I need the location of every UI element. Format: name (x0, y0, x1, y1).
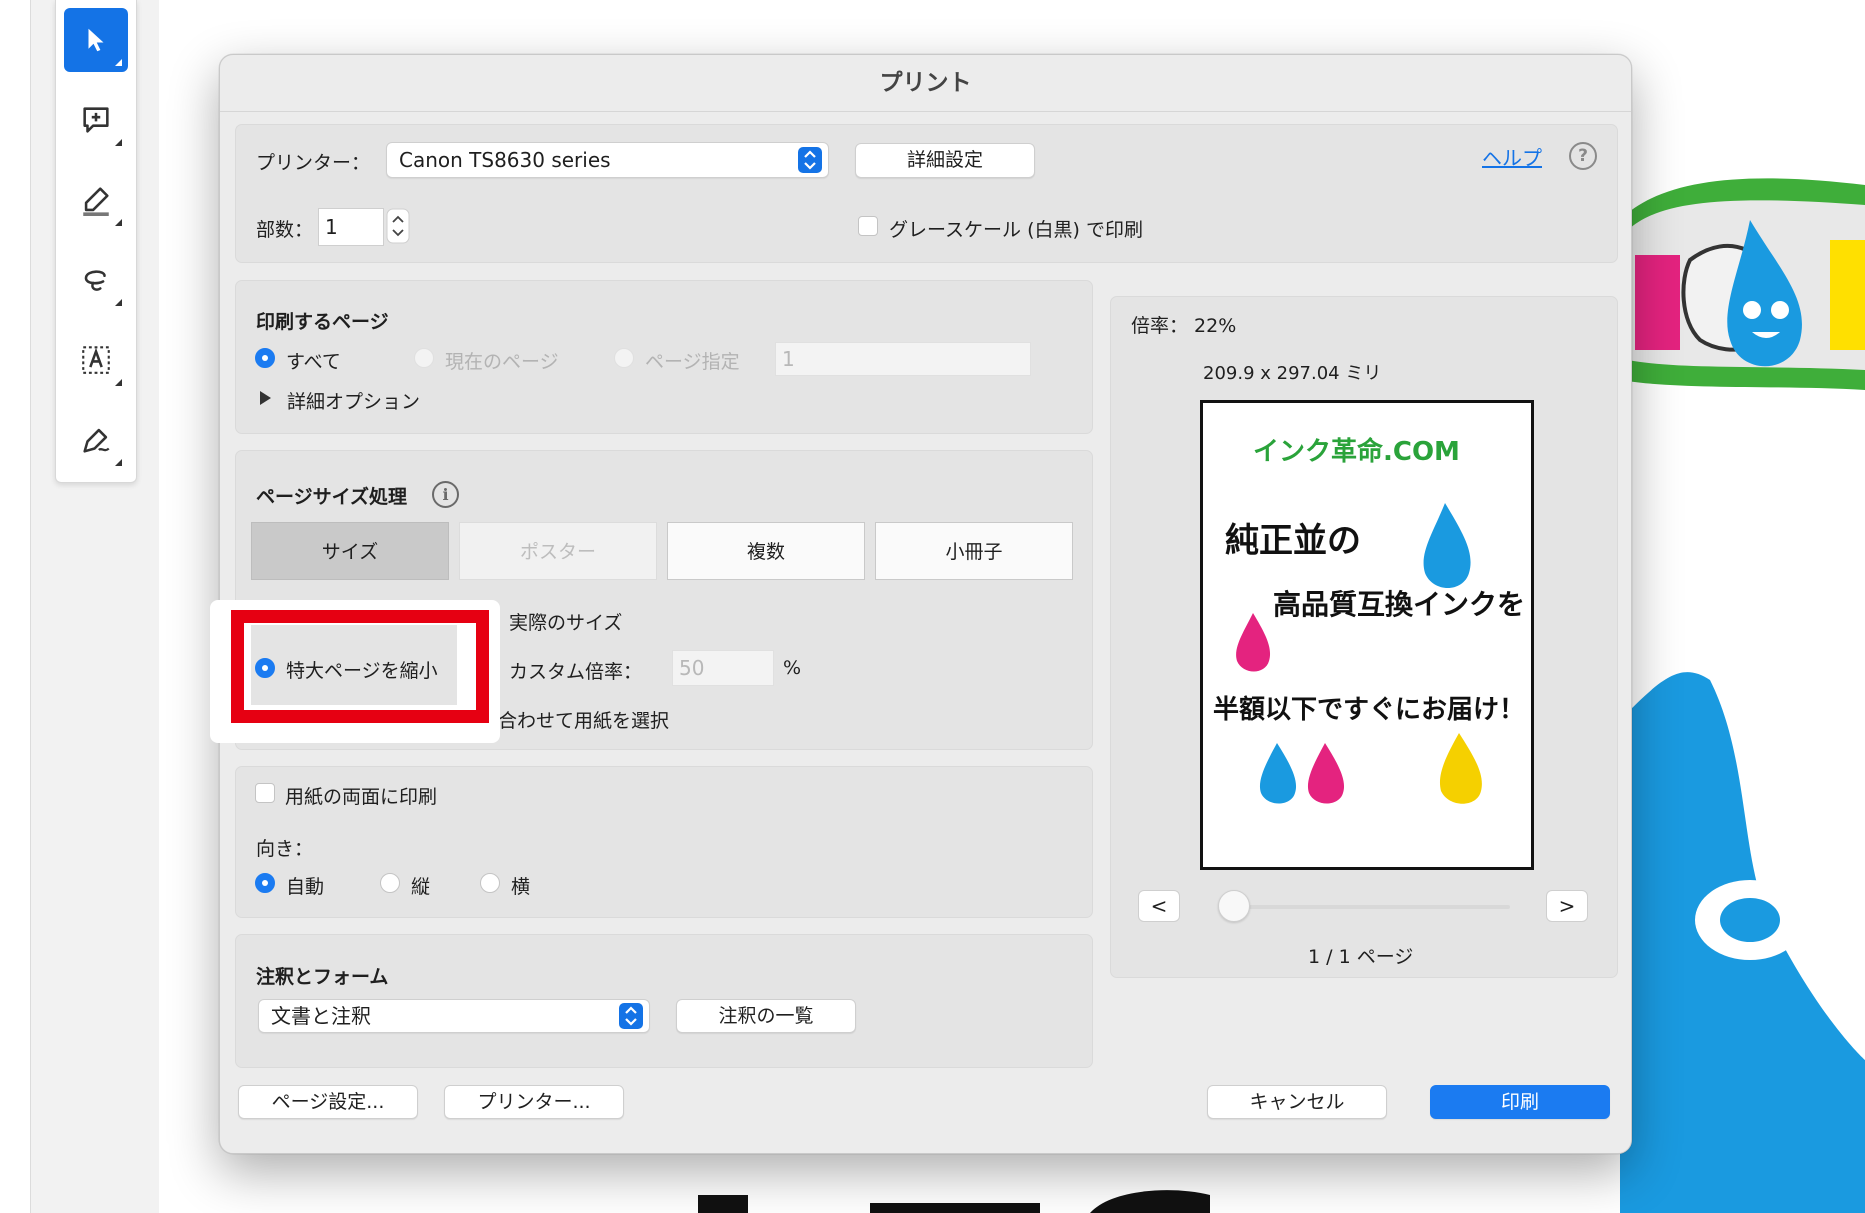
grayscale-label: グレースケール (白黒) で印刷 (889, 219, 1143, 241)
pages-all-radio[interactable] (255, 348, 275, 368)
select-tool-button[interactable] (64, 8, 128, 72)
custom-scale-label[interactable]: カスタム倍率： (509, 657, 642, 684)
tab-booklet[interactable]: 小冊子 (875, 522, 1073, 580)
help-link[interactable]: ヘルプ (1482, 142, 1542, 171)
comment-plus-icon (83, 107, 109, 133)
preview-prev-button[interactable]: < (1138, 890, 1180, 922)
comments-select-value: 文書と注釈 (271, 1004, 371, 1028)
copies-input[interactable]: 1 (318, 208, 384, 246)
highlighter-icon (83, 187, 109, 216)
pages-range-label: ページ指定 (645, 351, 740, 373)
preview-slider-knob[interactable] (1218, 890, 1250, 922)
tools-panel (55, 0, 137, 483)
tab-size[interactable]: サイズ (251, 522, 449, 580)
tab-multiple[interactable]: 複数 (667, 522, 865, 580)
sign-tool-button[interactable] (64, 408, 128, 472)
pages-heading: 印刷するページ (256, 311, 389, 333)
preview-drop-mascots (1236, 503, 1482, 804)
printer-select[interactable]: Canon TS8630 series (386, 142, 829, 178)
choose-paper-label[interactable]: 合わせて用紙を選択 (498, 706, 669, 733)
printer-label: プリンター： (256, 152, 371, 174)
app-left-margin (0, 0, 31, 1213)
pen-sign-icon (83, 428, 110, 453)
add-comment-tool-button[interactable] (64, 88, 128, 152)
orientation-label: 向き： (256, 838, 314, 860)
pages-range-radio[interactable] (614, 348, 634, 368)
preview-page-slider[interactable] (1220, 905, 1510, 909)
draw-tool-button[interactable] (64, 248, 128, 312)
duplex-label: 用紙の両面に印刷 (285, 786, 438, 808)
pages-current-radio[interactable] (414, 348, 434, 368)
help-question-icon[interactable]: ? (1569, 142, 1597, 170)
cancel-button[interactable]: キャンセル (1207, 1085, 1387, 1119)
background-document-text-fragment (698, 1190, 1210, 1213)
orientation-landscape-label: 横 (511, 876, 531, 898)
copies-stepper-icon[interactable] (386, 208, 410, 244)
grayscale-checkbox[interactable] (858, 216, 878, 236)
popup-stepper-icon (619, 1003, 643, 1029)
disclosure-triangle-icon[interactable] (260, 391, 271, 405)
print-button[interactable]: 印刷 (1430, 1085, 1610, 1119)
info-icon[interactable]: i (432, 481, 459, 508)
printer-button[interactable]: プリンター... (444, 1085, 624, 1119)
page-setup-button[interactable]: ページ設定... (238, 1085, 418, 1119)
more-options-label[interactable]: 詳細オプション (287, 387, 420, 414)
page-preview-content: インク革命.COM 純正並の 高品質互換インクを 半額以下ですぐにお届け！ (1213, 413, 1525, 841)
pages-all-label: すべて (286, 351, 341, 373)
advanced-settings-button[interactable]: 詳細設定 (855, 143, 1035, 178)
comments-heading: 注釈とフォーム (256, 966, 389, 988)
popup-stepper-icon (798, 147, 822, 173)
orientation-auto-label: 自動 (286, 876, 325, 898)
preview-next-button[interactable]: > (1546, 890, 1588, 922)
page-preview: インク革命.COM 純正並の 高品質互換インクを 半額以下ですぐにお届け！ (1200, 400, 1534, 870)
highlight-red-box (231, 610, 489, 723)
actual-size-label[interactable]: 実際のサイズ (509, 608, 622, 635)
pages-range-input[interactable]: 1 (775, 342, 1031, 376)
pages-current-label: 現在のページ (445, 351, 559, 373)
freehand-lasso-icon (84, 270, 106, 291)
dialog-title: プリント (220, 55, 1631, 112)
percent-label: % (783, 657, 802, 679)
tab-poster[interactable]: ポスター (459, 522, 657, 580)
cursor-arrow-icon (88, 28, 104, 52)
orientation-auto-radio[interactable] (255, 873, 275, 893)
text-box-icon (82, 346, 110, 374)
page-size-heading: ページサイズ処理 (256, 486, 408, 508)
comments-select[interactable]: 文書と注釈 (258, 999, 650, 1033)
custom-scale-input[interactable]: 50 (672, 650, 774, 686)
orientation-landscape-radio[interactable] (480, 873, 500, 893)
text-select-tool-button[interactable] (64, 328, 128, 392)
orientation-portrait-label: 縦 (411, 876, 431, 898)
orientation-portrait-radio[interactable] (380, 873, 400, 893)
summarize-comments-button[interactable]: 注釈の一覧 (676, 999, 856, 1033)
preview-page-count: 1 / 1 ページ (1308, 946, 1414, 968)
preview-dimensions: 209.9 x 297.04 ミリ (1203, 363, 1382, 384)
preview-scale: 倍率： 22% (1131, 315, 1237, 337)
duplex-checkbox[interactable] (255, 783, 275, 803)
highlight-tool-button[interactable] (64, 168, 128, 232)
background-document-art (1620, 178, 1865, 1213)
copies-label: 部数： (256, 219, 314, 241)
printer-select-value: Canon TS8630 series (399, 148, 611, 172)
